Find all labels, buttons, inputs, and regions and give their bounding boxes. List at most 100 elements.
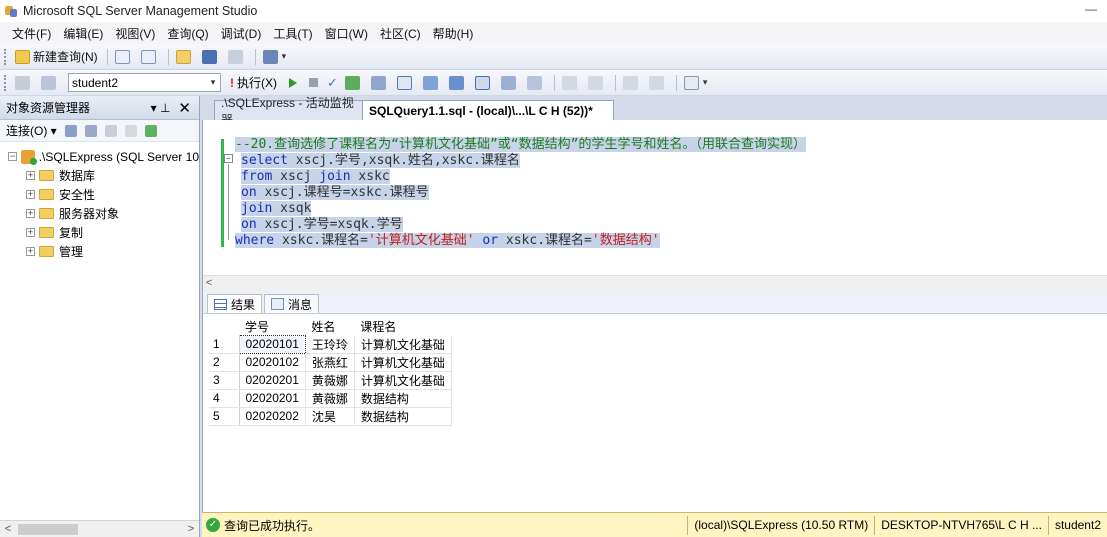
cancel-query-icon[interactable] <box>309 78 318 87</box>
pin-icon[interactable]: ▾ ⊥ <box>151 101 171 115</box>
expand-icon[interactable]: + <box>26 209 35 218</box>
results-to-text-button[interactable] <box>394 73 418 93</box>
change-connection-button[interactable] <box>38 73 62 93</box>
table-cell[interactable]: 计算机文化基础 <box>354 371 452 390</box>
specify-values-button[interactable]: ▾ <box>681 73 711 93</box>
tree-node-server[interactable]: − .\SQLExpress (SQL Server 10 <box>0 147 199 166</box>
toolbar-overflow-icon[interactable]: ▾ <box>703 77 708 88</box>
expand-icon[interactable]: + <box>26 247 35 256</box>
table-cell[interactable]: 张燕红 <box>305 353 355 372</box>
scrollbar-thumb[interactable] <box>18 523 78 535</box>
scroll-left-icon[interactable]: < <box>206 277 212 289</box>
table-cell[interactable]: 黄薇娜 <box>305 371 355 390</box>
expand-icon[interactable]: + <box>26 190 35 199</box>
menu-edit[interactable]: 编辑(E) <box>57 23 109 44</box>
tree-node-databases[interactable]: + 数据库 <box>0 166 199 185</box>
toolbar-grip[interactable] <box>4 48 7 65</box>
decrease-indent-button[interactable] <box>620 73 644 93</box>
results-to-grid-button[interactable] <box>472 73 496 93</box>
sql-editor[interactable]: − --20.查询选修了课程名为“计算机文化基础”或“数据结构”的学生学号和姓名… <box>202 120 1107 292</box>
tree-node-replication[interactable]: + 复制 <box>0 223 199 242</box>
tree-node-security[interactable]: + 安全性 <box>0 185 199 204</box>
row-number[interactable]: 5 <box>209 407 240 426</box>
tree-node-management[interactable]: + 管理 <box>0 242 199 261</box>
include-plan-button[interactable] <box>420 73 444 93</box>
column-header[interactable]: 学号 <box>239 318 305 336</box>
table-row[interactable]: 5 02020202 沈昊 数据结构 <box>209 407 452 426</box>
save-all-button[interactable] <box>225 47 249 67</box>
close-icon[interactable]: ✕ <box>178 99 191 117</box>
explorer-horizontal-scrollbar[interactable]: < > <box>0 520 199 537</box>
row-number[interactable]: 3 <box>209 371 240 390</box>
row-number[interactable]: 1 <box>209 335 240 354</box>
save-button[interactable] <box>199 47 223 67</box>
disconnect-icon[interactable] <box>84 124 97 137</box>
table-cell[interactable]: 沈昊 <box>305 407 355 426</box>
file-results-button[interactable] <box>524 73 548 93</box>
expand-icon[interactable]: + <box>26 228 35 237</box>
scroll-left-icon[interactable]: < <box>0 523 16 535</box>
table-cell[interactable]: 02020102 <box>239 353 306 372</box>
uncomment-button[interactable] <box>585 73 609 93</box>
table-cell[interactable]: 黄薇娜 <box>305 389 355 408</box>
menu-view[interactable]: 视图(V) <box>109 23 161 44</box>
filter-icon[interactable] <box>124 124 137 137</box>
table-cell[interactable]: 计算机文化基础 <box>354 335 452 354</box>
table-row[interactable]: 4 02020201 黄薇娜 数据结构 <box>209 389 452 408</box>
menu-file[interactable]: 文件(F) <box>6 23 57 44</box>
tab-results[interactable]: 结果 <box>207 294 263 313</box>
tree-node-server-objects[interactable]: + 服务器对象 <box>0 204 199 223</box>
menu-debug[interactable]: 调试(D) <box>215 23 268 44</box>
menu-tools[interactable]: 工具(T) <box>267 23 318 44</box>
table-row[interactable]: 1 02020101 王玲玲 计算机文化基础 <box>209 335 452 354</box>
table-cell[interactable]: 数据结构 <box>354 389 452 408</box>
menu-window[interactable]: 窗口(W) <box>319 23 374 44</box>
connect-server-icon[interactable] <box>64 124 77 137</box>
database-engine-query-button[interactable] <box>112 47 136 67</box>
table-cell[interactable]: 计算机文化基础 <box>354 353 452 372</box>
column-header[interactable]: 姓名 <box>305 318 354 336</box>
editor-horizontal-scrollbar[interactable]: < <box>203 275 1107 292</box>
table-cell[interactable]: 王玲玲 <box>305 335 355 354</box>
column-header[interactable]: 课程名 <box>354 318 451 336</box>
table-cell[interactable]: 02020101 <box>238 335 306 354</box>
open-file-button[interactable] <box>173 47 197 67</box>
table-row[interactable]: 2 02020102 张燕红 计算机文化基础 <box>209 353 452 372</box>
stop-icon[interactable] <box>104 124 117 137</box>
toolbar-grip[interactable] <box>4 74 7 91</box>
tab-messages[interactable]: 消息 <box>264 294 320 313</box>
connect-button[interactable] <box>12 73 36 93</box>
collapse-icon[interactable]: − <box>8 152 17 161</box>
execute-button[interactable]: ! 执行(X) <box>230 74 277 91</box>
increase-indent-button[interactable] <box>646 73 670 93</box>
menu-query[interactable]: 查询(Q) <box>161 23 214 44</box>
table-cell[interactable]: 02020201 <box>239 371 306 390</box>
row-number[interactable]: 2 <box>209 353 240 372</box>
results-grid[interactable]: 学号 姓名 课程名 1 02020101 王玲玲 计算机文化基础 2 02020… <box>209 318 452 426</box>
analysis-query-button[interactable] <box>138 47 162 67</box>
menu-help[interactable]: 帮助(H) <box>427 23 480 44</box>
display-plan-button[interactable] <box>342 73 366 93</box>
scroll-right-icon[interactable]: > <box>183 523 199 535</box>
refresh-icon[interactable] <box>144 124 157 137</box>
results-to-file-button[interactable] <box>498 73 522 93</box>
menu-community[interactable]: 社区(C) <box>374 23 427 44</box>
comment-out-button[interactable] <box>559 73 583 93</box>
table-cell[interactable]: 02020202 <box>239 407 306 426</box>
tab-activity-monitor[interactable]: .\SQLExpress - 活动监视器 <box>214 96 364 127</box>
expand-icon[interactable]: + <box>26 171 35 180</box>
toolbar-overflow-icon[interactable]: ▾ <box>282 51 287 62</box>
table-cell[interactable]: 02020201 <box>239 389 306 408</box>
activity-monitor-button[interactable]: ▾ <box>260 47 290 67</box>
row-number[interactable]: 4 <box>209 389 240 408</box>
client-stats-button[interactable] <box>446 73 470 93</box>
table-cell[interactable]: 数据结构 <box>354 407 452 426</box>
tab-sql-query[interactable]: SQLQuery1.1.sql - (local)\...\L C H (52)… <box>362 100 614 120</box>
table-row[interactable]: 3 02020201 黄薇娜 计算机文化基础 <box>209 371 452 390</box>
new-query-button[interactable]: 新建查询(N) <box>12 47 101 67</box>
minimize-button[interactable]: — <box>1085 2 1097 16</box>
query-options-button[interactable] <box>368 73 392 93</box>
parse-check-icon[interactable]: ✓ <box>327 75 338 91</box>
collapse-icon[interactable]: − <box>224 154 233 163</box>
connect-dropdown[interactable]: 连接(O) ▾ <box>6 122 57 139</box>
